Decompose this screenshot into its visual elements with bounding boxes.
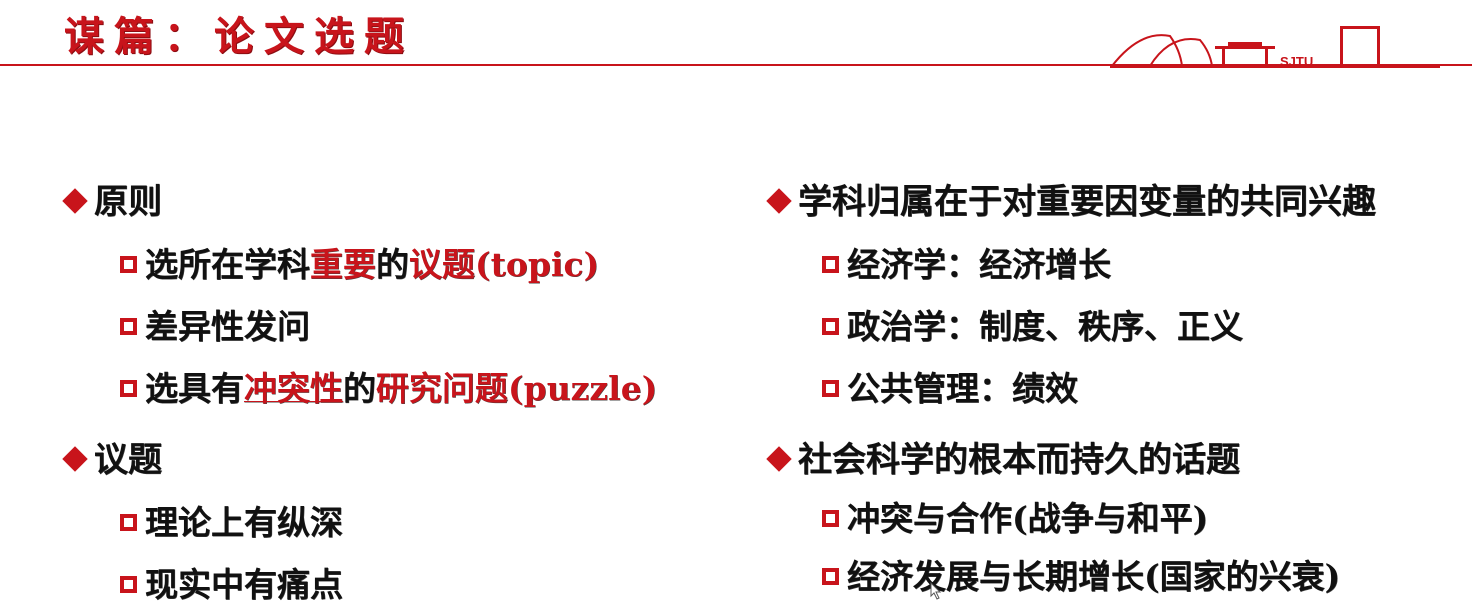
list-item: 经济发展与长期增长(国家的兴衰): [822, 550, 1340, 598]
square-bullet-icon: [822, 509, 839, 527]
diamond-bullet-icon: [62, 188, 88, 214]
list-item: 冲突与合作(战争与和平): [822, 492, 1208, 540]
mouse-cursor-icon: [930, 582, 942, 600]
square-bullet-icon: [822, 379, 839, 397]
square-bullet-icon: [822, 567, 839, 585]
header-divider: [0, 64, 1472, 66]
square-bullet-icon: [120, 513, 137, 531]
item-text: 经济发展与长期增长(国家的兴衰): [847, 557, 1341, 596]
item-text-part: 冲突性: [244, 369, 343, 408]
square-bullet-icon: [822, 317, 839, 335]
square-bullet-icon: [120, 317, 137, 335]
principle-heading: 原则: [60, 174, 162, 223]
item-text: 经济学：经济增长: [847, 245, 1111, 284]
slide-title: 谋篇：论文选题: [64, 13, 414, 60]
social-heading: 社会科学的根本而持久的话题: [764, 432, 1240, 481]
list-item: 差异性发问: [120, 300, 310, 348]
item-text-part: 的: [343, 369, 376, 408]
item-text-part: 研究问题(puzzle): [376, 369, 658, 408]
square-bullet-icon: [120, 255, 137, 273]
item-text: 现实中有痛点: [145, 565, 343, 604]
diamond-bullet-icon: [62, 446, 88, 472]
diamond-bullet-icon: [766, 446, 792, 472]
list-item: 理论上有纵深: [120, 496, 343, 544]
item-text: 理论上有纵深: [145, 503, 343, 542]
item-text-part: 议题(topic): [409, 245, 600, 284]
square-bullet-icon: [120, 379, 137, 397]
list-item: 现实中有痛点: [120, 558, 343, 606]
list-item: 公共管理：绩效: [822, 362, 1078, 410]
square-bullet-icon: [822, 255, 839, 273]
item-text: 政治学：制度、秩序、正义: [847, 307, 1243, 346]
square-bullet-icon: [120, 575, 137, 593]
diamond-bullet-icon: [766, 188, 792, 214]
item-text: 冲突与合作(战争与和平): [847, 499, 1209, 538]
sjtu-logo: SJTU: [1110, 26, 1440, 69]
item-text: 公共管理：绩效: [847, 369, 1078, 408]
item-text-part: 差异性发问: [145, 307, 310, 346]
list-item: 选所在学科重要的议题(topic): [120, 238, 599, 286]
list-item: 经济学：经济增长: [822, 238, 1111, 286]
item-text-part: 选所在学科: [145, 245, 310, 284]
list-item: 选具有冲突性的研究问题(puzzle): [120, 362, 657, 410]
discipline-heading: 学科归属在于对重要因变量的共同兴趣: [764, 174, 1376, 223]
list-item: 政治学：制度、秩序、正义: [822, 300, 1243, 348]
item-text-part: 选具有: [145, 369, 244, 408]
item-text-part: 重要: [310, 245, 376, 284]
item-text-part: 的: [376, 245, 409, 284]
topic-heading: 议题: [60, 432, 162, 481]
